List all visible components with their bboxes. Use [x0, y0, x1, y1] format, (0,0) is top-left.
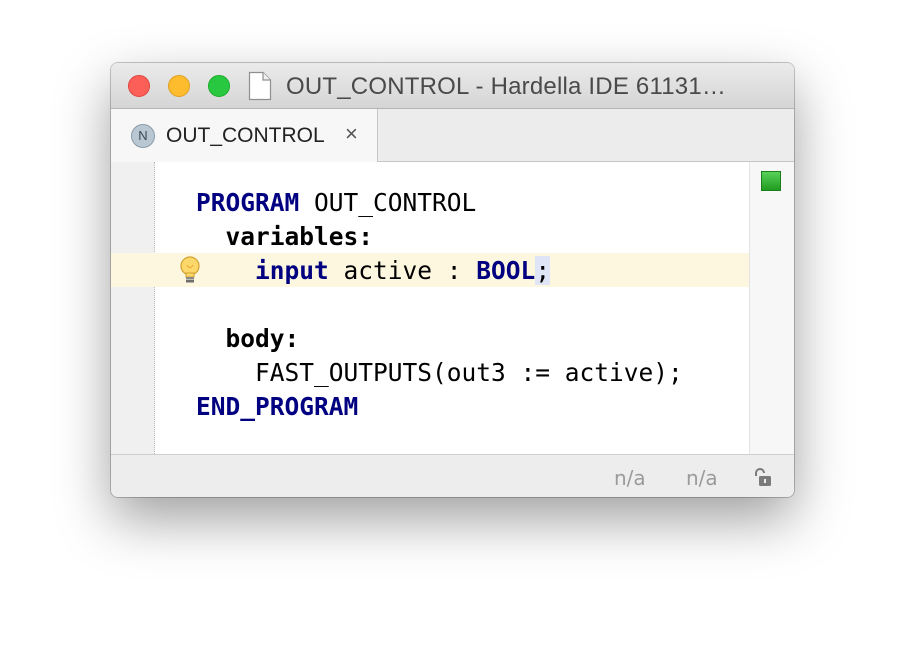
semicolon-selection: ;: [535, 256, 551, 285]
node-icon: N: [131, 124, 155, 148]
encoding-indicator[interactable]: n/a: [686, 466, 718, 490]
tab-label: OUT_CONTROL: [166, 124, 325, 147]
close-tab-icon[interactable]: ×: [345, 121, 358, 147]
minimize-window-button[interactable]: [168, 75, 190, 97]
keyword-program: PROGRAM: [196, 188, 300, 217]
title-bar[interactable]: OUT_CONTROL - Hardella IDE 61131…: [111, 63, 794, 109]
keyword-end-program: END_PROGRAM: [196, 392, 359, 421]
keyword-input: input: [255, 256, 329, 285]
variable-declaration: active :: [328, 256, 477, 285]
close-window-button[interactable]: [128, 75, 150, 97]
document-icon: [248, 71, 272, 101]
line-gutter[interactable]: [111, 162, 155, 454]
unlocked-padlock-icon[interactable]: [753, 468, 773, 488]
keyword-variables: variables:: [225, 222, 374, 251]
status-bar: n/a n/a: [111, 454, 794, 497]
editor-tab-bar: N OUT_CONTROL ×: [111, 109, 794, 162]
code-editor[interactable]: PROGRAM OUT_CONTROL variables: input act…: [111, 162, 794, 454]
zoom-window-button[interactable]: [208, 75, 230, 97]
analysis-status-indicator[interactable]: [761, 171, 781, 191]
keyword-body: body:: [225, 324, 300, 353]
ide-window: OUT_CONTROL - Hardella IDE 61131… N OUT_…: [111, 63, 794, 497]
type-bool: BOOL: [476, 256, 536, 285]
source-code[interactable]: PROGRAM OUT_CONTROL variables: input act…: [196, 186, 683, 424]
caret-position[interactable]: n/a: [614, 466, 646, 490]
function-call: FAST_OUTPUTS(out3 := active);: [255, 358, 683, 387]
error-stripe[interactable]: [749, 162, 794, 454]
window-title: OUT_CONTROL - Hardella IDE 61131…: [286, 73, 727, 100]
program-name: OUT_CONTROL: [299, 188, 477, 217]
tab-out-control[interactable]: N OUT_CONTROL ×: [111, 109, 378, 162]
